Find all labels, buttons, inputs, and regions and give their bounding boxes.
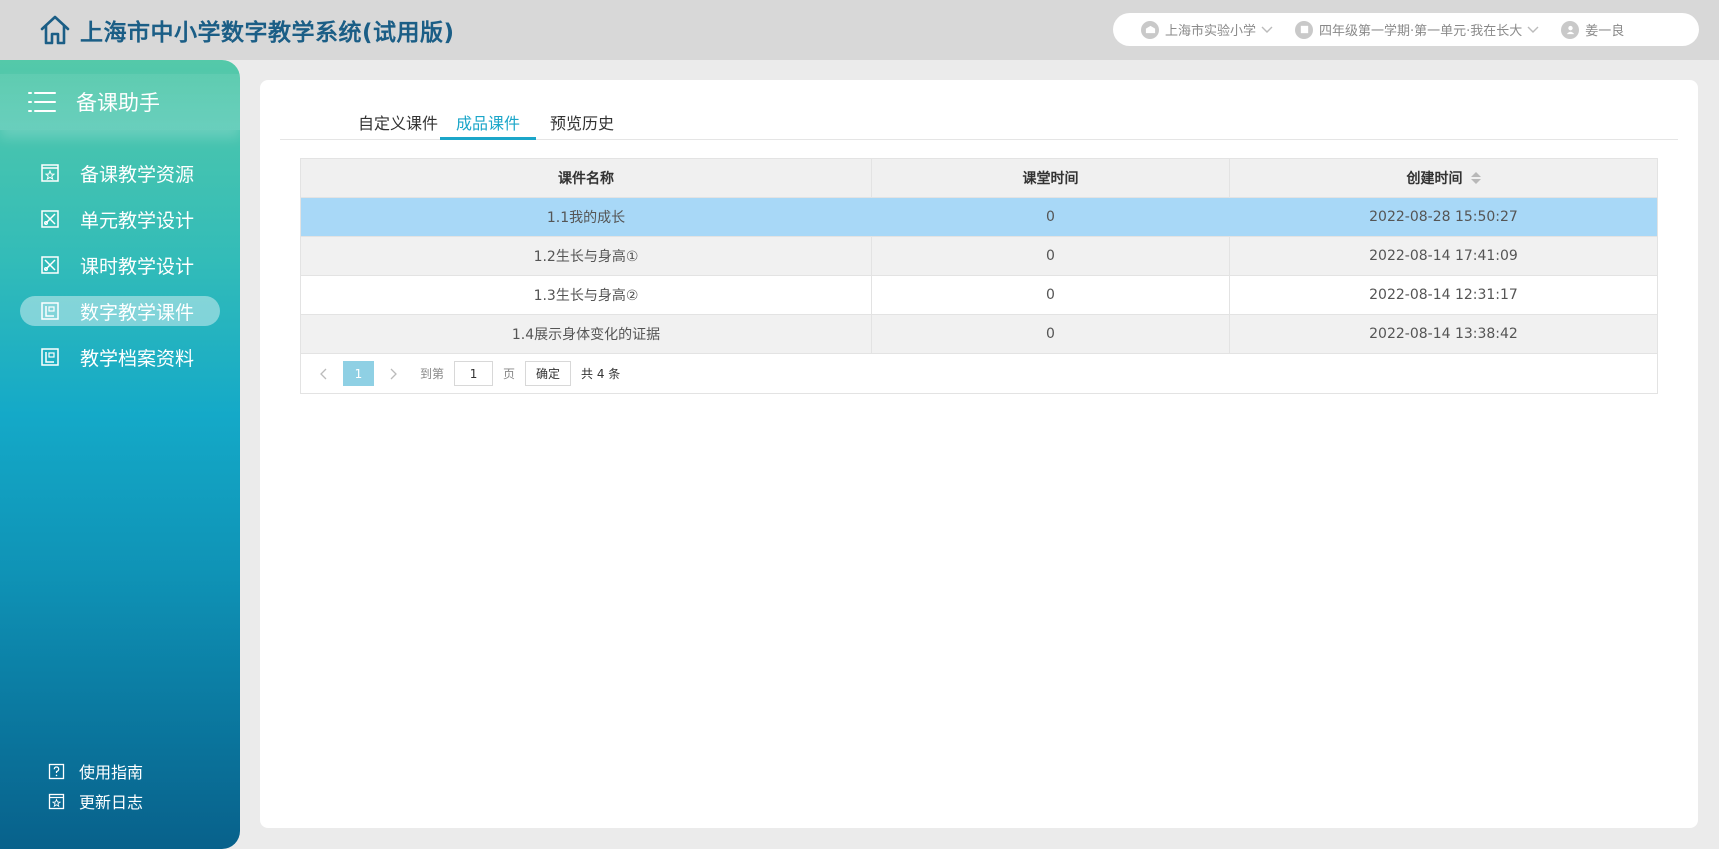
unit-selector[interactable]: 四年级第一学期·第一单元·我在长大: [1295, 20, 1539, 39]
cell-created: 2022-08-14 12:31:17: [1369, 287, 1518, 303]
sidebar-item-label: 备课教学资源: [80, 163, 195, 186]
sidebar-item-archive[interactable]: 教学档案资料: [20, 342, 220, 372]
sidebar-item-resources[interactable]: 备课教学资源: [20, 158, 220, 188]
sidebar-item-label: 单元教学设计: [80, 209, 195, 232]
next-page-button[interactable]: [386, 366, 402, 382]
sidebar-menu: 备课教学资源 单元教学设计 课时教学设计 数字教学课件 教学档案资料: [20, 158, 220, 388]
user-menu[interactable]: 姜一良: [1561, 20, 1624, 39]
home-icon: [40, 15, 70, 45]
cell-name: 1.1我的成长: [546, 210, 626, 226]
column-header-name[interactable]: 课件名称: [301, 159, 872, 197]
user-avatar-icon: [1561, 20, 1580, 39]
sidebar-item-label: 教学档案资料: [80, 347, 195, 370]
cell-duration: 0: [872, 276, 1230, 314]
user-guide-label: 使用指南: [79, 763, 144, 782]
table-row[interactable]: 1.2生长与身高① 0 2022-08-14 17:41:09: [301, 237, 1657, 276]
total-count: 共 4 条: [581, 367, 621, 381]
star-card-icon: [41, 164, 59, 182]
tools-icon: [41, 210, 59, 228]
cell-created: 2022-08-14 17:41:09: [1369, 248, 1518, 264]
chevron-left-icon: [320, 368, 327, 379]
chevron-down-icon: [1261, 26, 1273, 33]
column-header-created-label: 创建时间: [1406, 171, 1463, 187]
cell-duration: 0: [872, 237, 1230, 275]
sidebar-item-label: 课时教学设计: [80, 255, 195, 278]
table-row[interactable]: 1.3生长与身高② 0 2022-08-14 12:31:17: [301, 276, 1657, 315]
table-row[interactable]: 1.4展示身体变化的证据 0 2022-08-14 13:38:42: [301, 315, 1657, 354]
table-row[interactable]: 1.1我的成长 0 2022-08-28 15:50:27: [301, 198, 1657, 237]
sidebar-item-label: 数字教学课件: [80, 301, 195, 324]
changelog-link[interactable]: 更新日志: [48, 786, 143, 816]
tools-icon: [41, 256, 59, 274]
pagination: 1 到第 1 页 确定 共 4 条: [301, 354, 1657, 393]
sidebar-header[interactable]: 备课助手: [0, 74, 240, 130]
courseware-table: 课件名称 课堂时间 创建时间 1.1我的成长 0 2022-08-28 15:5…: [300, 158, 1658, 394]
book-icon: [1295, 20, 1314, 39]
cell-created: 2022-08-28 15:50:27: [1369, 209, 1518, 225]
sidebar-title: 备课助手: [76, 91, 160, 115]
column-header-duration[interactable]: 课堂时间: [872, 159, 1230, 197]
page-number-current[interactable]: 1: [343, 361, 374, 386]
goto-page-input[interactable]: 1: [454, 361, 494, 386]
cell-duration: 0: [1046, 209, 1055, 225]
prev-page-button[interactable]: [315, 366, 331, 382]
question-icon: [48, 763, 65, 779]
sidebar-item-courseware[interactable]: 数字教学课件: [20, 296, 220, 326]
tab-custom-courseware[interactable]: 自定义课件: [342, 110, 454, 140]
school-icon: [1141, 20, 1159, 39]
cell-name: 1.3生长与身高②: [301, 276, 872, 314]
brand[interactable]: 上海市中小学数字教学系统(试用版): [38, 12, 455, 48]
log-icon: [48, 793, 65, 809]
user-guide-link[interactable]: 使用指南: [48, 756, 143, 786]
cell-name: 1.2生长与身高①: [301, 237, 872, 275]
main-panel: 自定义课件 成品课件 预览历史 课件名称 课堂时间 创建时间 1.1我的成长 0…: [260, 80, 1698, 828]
courseware-icon: [41, 302, 59, 320]
tab-preview-history[interactable]: 预览历史: [534, 110, 630, 140]
sidebar-item-unit-design[interactable]: 单元教学设计: [20, 204, 220, 234]
chevron-right-icon: [390, 368, 397, 379]
cell-duration: 0: [872, 315, 1230, 353]
column-header-created[interactable]: 创建时间: [1230, 159, 1657, 197]
tab-bar: 自定义课件 成品课件 预览历史: [280, 80, 1678, 140]
sidebar-footer: 使用指南 更新日志: [48, 756, 143, 816]
page-label: 页: [503, 367, 516, 381]
sidebar-item-lesson-design[interactable]: 课时教学设计: [20, 250, 220, 280]
cell-created: 2022-08-14 13:38:42: [1369, 326, 1518, 342]
school-name: 上海市实验小学: [1165, 24, 1257, 39]
table-header: 课件名称 课堂时间 创建时间: [301, 159, 1657, 198]
goto-label: 到第: [420, 367, 445, 381]
archive-icon: [41, 348, 59, 366]
goto-confirm-button[interactable]: 确定: [525, 361, 572, 386]
sidebar: 备课助手 备课教学资源 单元教学设计 课时教学设计 数字教学课件 教学档案资料 …: [0, 60, 240, 849]
sort-icon[interactable]: [1470, 172, 1481, 184]
app-title: 上海市中小学数字教学系统(试用版): [80, 20, 455, 46]
user-name: 姜一良: [1585, 24, 1625, 39]
chevron-down-icon: [1527, 26, 1539, 33]
changelog-label: 更新日志: [79, 793, 144, 812]
menu-icon: [28, 92, 56, 112]
cell-name: 1.4展示身体变化的证据: [301, 315, 872, 353]
context-bar: 上海市实验小学 四年级第一学期·第一单元·我在长大 姜一良: [1113, 13, 1699, 46]
school-selector[interactable]: 上海市实验小学: [1141, 20, 1273, 39]
tab-finished-courseware[interactable]: 成品课件: [440, 110, 537, 140]
unit-name: 四年级第一学期·第一单元·我在长大: [1319, 24, 1523, 39]
top-header: 上海市中小学数字教学系统(试用版) 上海市实验小学 四年级第一学期·第一单元·我…: [0, 0, 1719, 60]
